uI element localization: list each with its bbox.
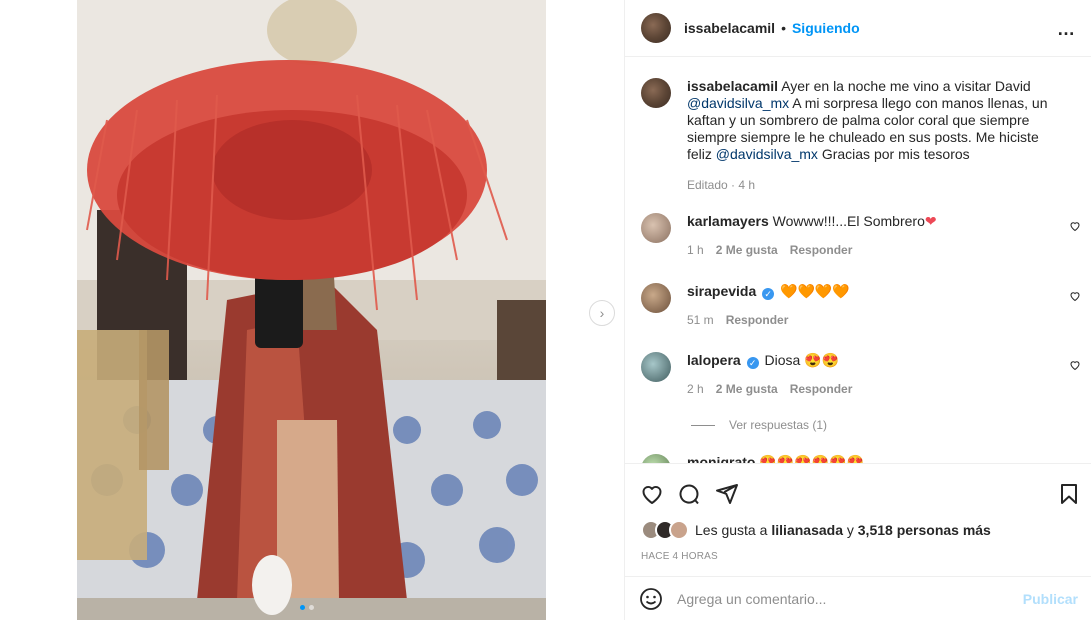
like-comment-heart-icon[interactable] <box>1069 220 1081 232</box>
replies-divider <box>691 424 715 426</box>
caption-body: issabelacamil Ayer en la noche me vino a… <box>687 78 1063 194</box>
comment-text: Diosa <box>764 352 801 368</box>
like-comment-heart-icon[interactable] <box>1069 290 1081 302</box>
reply-button[interactable]: Responder <box>790 242 853 259</box>
comment-body: monigrato 😍😍😍😍😍😍 <box>687 454 1063 463</box>
more-options-icon[interactable]: … <box>1057 20 1076 38</box>
author-avatar[interactable] <box>641 13 671 43</box>
emoji-icon[interactable] <box>639 587 663 611</box>
likes-summary: Les gusta a lilianasada y 3,518 personas… <box>641 520 991 540</box>
caption-edited-time: Editado · 4 h <box>687 178 756 192</box>
carousel-dot-active <box>300 605 305 610</box>
likes-count[interactable]: 3,518 personas más <box>858 522 991 538</box>
caption-author-avatar[interactable] <box>641 78 671 108</box>
comment-emoji: ❤ <box>924 213 937 229</box>
commenter-avatar[interactable] <box>641 283 671 313</box>
comment-likes[interactable]: 2 Me gusta <box>716 381 778 398</box>
comment-emoji: 🧡🧡🧡🧡 <box>780 283 850 299</box>
carousel-dot <box>309 605 314 610</box>
comment-meta: 1 h 2 Me gusta Responder <box>687 242 1063 259</box>
like-comment-heart-icon[interactable] <box>1069 359 1081 371</box>
caption-text: Gracias por mis tesoros <box>817 146 970 162</box>
following-button[interactable]: Siguiendo <box>792 20 860 36</box>
commenter-username[interactable]: sirapevida <box>687 283 756 299</box>
caption-author[interactable]: issabelacamil <box>687 78 778 94</box>
chevron-right-icon: › <box>599 305 605 321</box>
commenter-username[interactable]: monigrato <box>687 454 755 463</box>
publish-button[interactable]: Publicar <box>1023 591 1078 607</box>
likes-middle: y <box>842 522 858 538</box>
comment-body: sirapevida ✓ 🧡🧡🧡🧡 51 m Responder <box>687 283 1063 329</box>
commenter-username[interactable]: lalopera <box>687 352 741 368</box>
heart-icon[interactable] <box>640 482 664 506</box>
comment-body: karlamayers Wowww!!!...El Sombrero❤ 1 h … <box>687 213 1063 259</box>
caption-text: Ayer en la noche me vino a visitar David <box>781 78 1031 94</box>
comment-emoji: 😍😍 <box>804 352 840 368</box>
reply-button[interactable]: Responder <box>726 312 789 329</box>
comment-emoji: 😍😍😍😍😍😍 <box>759 454 864 463</box>
commenter-avatar[interactable] <box>641 352 671 382</box>
liker-avatar <box>669 520 689 540</box>
comment-meta: 2 h 2 Me gusta Responder <box>687 381 1063 398</box>
post-media-panel: › <box>0 0 624 620</box>
post-photo[interactable] <box>77 0 546 620</box>
carousel-indicator <box>300 605 314 610</box>
share-icon[interactable] <box>715 482 739 506</box>
comment-icon[interactable] <box>677 482 701 506</box>
view-replies-label: Ver respuestas (1) <box>729 418 828 432</box>
caption-mention[interactable]: @davidsilva_mx <box>716 146 818 162</box>
commenter-avatar[interactable] <box>641 454 671 463</box>
post-actions: Les gusta a lilianasada y 3,518 personas… <box>625 463 1091 575</box>
caption-mention[interactable]: @davidsilva_mx <box>687 95 789 111</box>
author-username[interactable]: issabelacamil <box>684 20 775 36</box>
post-timestamp: HACE 4 HORAS <box>641 551 718 562</box>
comment-time: 2 h <box>687 382 704 396</box>
view-replies-button[interactable]: Ver respuestas (1) <box>691 418 827 432</box>
verified-badge-icon: ✓ <box>762 288 775 300</box>
post-header: issabelacamil • Siguiendo … <box>625 0 1091 57</box>
likes-prefix: Les gusta a <box>695 522 768 538</box>
comment-likes[interactable]: 2 Me gusta <box>716 242 778 259</box>
next-photo-button[interactable]: › <box>589 300 615 326</box>
comment-time: 1 h <box>687 243 704 257</box>
commenter-avatar[interactable] <box>641 213 671 243</box>
verified-badge-icon: ✓ <box>746 357 759 369</box>
comments-list[interactable]: issabelacamil Ayer en la noche me vino a… <box>625 58 1091 463</box>
bookmark-icon[interactable] <box>1057 482 1081 506</box>
comment-input[interactable] <box>677 590 1007 607</box>
header-separator: • <box>781 20 786 36</box>
commenter-username[interactable]: karlamayers <box>687 213 769 229</box>
comment-meta: 51 m Responder <box>687 312 1063 329</box>
liker-username[interactable]: lilianasada <box>771 522 843 538</box>
photo-illustration <box>77 0 546 620</box>
add-comment-bar: Publicar <box>625 576 1091 620</box>
comment-body: lalopera ✓ Diosa 😍😍 2 h 2 Me gusta Respo… <box>687 352 1063 398</box>
comment-time: 51 m <box>687 313 714 327</box>
liker-avatars <box>641 520 691 540</box>
caption-meta: Editado · 4 h <box>687 177 1063 194</box>
post-side-panel: issabelacamil • Siguiendo … issabelacami… <box>624 0 1091 620</box>
comment-text: Wowww!!!...El Sombrero <box>772 213 925 229</box>
reply-button[interactable]: Responder <box>790 381 853 398</box>
